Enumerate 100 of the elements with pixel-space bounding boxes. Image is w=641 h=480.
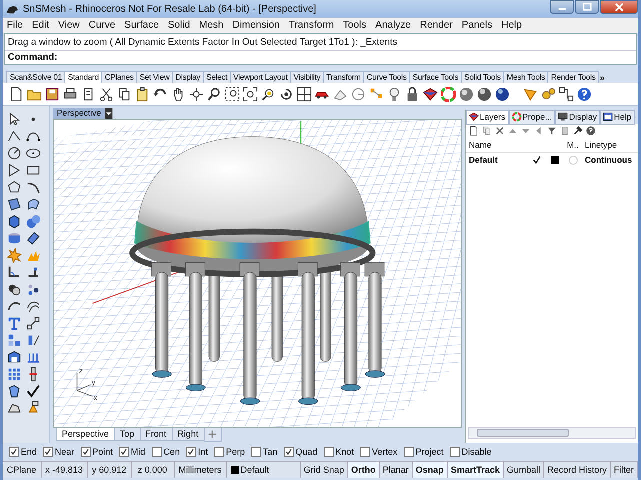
menu-item[interactable]: Help	[502, 20, 522, 31]
magnifier-icon[interactable]	[207, 86, 222, 102]
lock-icon[interactable]	[405, 86, 420, 102]
column-header[interactable]: Linetype	[583, 140, 638, 150]
toolbar-tab[interactable]: Mesh Tools	[502, 71, 548, 83]
osnap-checkbox[interactable]: Int	[186, 447, 208, 457]
light-bulb-icon[interactable]	[387, 86, 402, 102]
extend-icon[interactable]	[26, 265, 41, 280]
menu-item[interactable]: Analyze	[376, 20, 412, 31]
cplane-label[interactable]: CPlane	[3, 462, 42, 478]
toolbar-tab[interactable]: Curve Tools	[362, 71, 410, 83]
toolbar-tab[interactable]: Standard	[64, 71, 102, 83]
spheres-icon[interactable]	[26, 214, 41, 229]
toolbar-tab[interactable]: Render Tools	[547, 71, 599, 83]
toolbar-tab[interactable]: Select	[202, 71, 231, 83]
caret-icon[interactable]	[105, 108, 114, 119]
triangle-icon[interactable]	[7, 163, 22, 178]
solid-edit-icon[interactable]	[7, 350, 22, 365]
status-toggle[interactable]: Record History	[544, 462, 611, 478]
osnap-checkbox[interactable]: Mid	[119, 447, 146, 457]
osnap-checkbox[interactable]: Tan	[251, 447, 278, 457]
offset-curve-icon[interactable]	[26, 299, 41, 314]
check-icon[interactable]	[26, 384, 41, 399]
gears-icon[interactable]	[541, 86, 556, 102]
toolbar-tab[interactable]: Viewport Layout	[230, 71, 291, 83]
circle-icon[interactable]	[7, 146, 22, 161]
osnap-checkbox[interactable]: Quad	[284, 447, 318, 457]
boolean-icon[interactable]	[7, 282, 22, 297]
toolbar-tab[interactable]: Display	[172, 71, 204, 83]
clipboard-icon[interactable]	[135, 86, 150, 102]
column-header[interactable]: Name	[466, 140, 527, 150]
scissors-icon[interactable]	[99, 86, 114, 102]
box-icon[interactable]	[7, 214, 22, 229]
viewport-title-tab[interactable]: Perspective	[53, 108, 106, 119]
panel-tab[interactable]: Prope...	[508, 110, 556, 124]
move-arrows-icon[interactable]	[189, 86, 204, 102]
toolbar-tab[interactable]: Set View	[136, 71, 173, 83]
rotate-view-icon[interactable]	[279, 86, 294, 102]
column-header[interactable]: M..	[563, 140, 583, 150]
toolbar-tab[interactable]: CPlanes	[100, 71, 137, 83]
osnap-checkbox[interactable]: Disable	[450, 447, 492, 457]
dots-icon[interactable]	[26, 282, 41, 297]
osnap-checkbox[interactable]: Vertex	[360, 447, 398, 457]
new-file-icon[interactable]	[9, 86, 24, 102]
units-label[interactable]: Millimeters	[174, 462, 227, 478]
osnap-checkbox[interactable]: Project	[404, 447, 444, 457]
sphere-icon[interactable]	[459, 86, 474, 102]
help-icon[interactable]	[586, 126, 596, 136]
osnap-checkbox[interactable]: Cen	[152, 447, 180, 457]
glossy-sphere-icon[interactable]	[495, 86, 510, 102]
help-icon[interactable]	[577, 86, 592, 102]
menu-item[interactable]: View	[58, 20, 80, 31]
menu-item[interactable]: Tools	[343, 20, 367, 31]
menu-item[interactable]: Render	[420, 20, 453, 31]
panel-tab[interactable]: Help	[600, 110, 635, 124]
menu-item[interactable]: Panels	[462, 20, 492, 31]
toolbar-tab[interactable]: Transform	[322, 71, 364, 83]
curve-icon[interactable]	[26, 180, 41, 195]
minimize-button[interactable]	[550, 0, 574, 14]
viewport-tab[interactable]: Top	[114, 428, 141, 441]
status-toggle[interactable]: Osnap	[412, 462, 448, 478]
text-icon[interactable]	[7, 316, 22, 331]
menu-item[interactable]: Surface	[124, 20, 160, 31]
osnap-checkbox[interactable]: Knot	[324, 447, 354, 457]
save-icon[interactable]	[45, 86, 60, 102]
copy-icon[interactable]	[117, 86, 132, 102]
layer-icon[interactable]	[423, 86, 438, 102]
viewport-tab[interactable]: Right	[172, 428, 205, 441]
status-toggle[interactable]: SmartTrack	[448, 462, 504, 478]
mesh-icon[interactable]	[26, 231, 41, 246]
sphere-icon[interactable]	[477, 86, 492, 102]
ellipse-icon[interactable]	[26, 146, 41, 161]
polygon-icon[interactable]	[7, 180, 22, 195]
current-layer[interactable]: Default	[226, 462, 301, 478]
toolbar-tab[interactable]: Visibility	[290, 71, 324, 83]
cylinder-icon[interactable]	[7, 231, 22, 246]
menu-item[interactable]: File	[7, 20, 24, 31]
mirror-icon[interactable]	[26, 333, 41, 348]
surface-icon[interactable]	[7, 197, 22, 212]
fillet-icon[interactable]	[7, 265, 22, 280]
toolbar-tab[interactable]: Surface Tools	[408, 71, 462, 83]
scale-icon[interactable]	[26, 316, 41, 331]
points-icon[interactable]	[369, 86, 384, 102]
status-toggle[interactable]: Ortho	[348, 462, 380, 478]
polyline-icon[interactable]	[7, 129, 22, 144]
panel-tab[interactable]: Display	[555, 110, 600, 124]
new-layer-icon[interactable]	[469, 126, 479, 136]
down-arrow-icon[interactable]	[521, 126, 531, 136]
color-wheel-icon[interactable]	[441, 86, 456, 102]
delete-icon[interactable]	[495, 126, 505, 136]
osnap-checkbox[interactable]: Near	[43, 447, 75, 457]
zoom-window-icon[interactable]	[225, 86, 240, 102]
zoom-extents-icon[interactable]	[243, 86, 258, 102]
connector-icon[interactable]	[559, 86, 574, 102]
more-tabs-button[interactable]: »	[598, 73, 607, 83]
surface-patch-icon[interactable]	[26, 197, 41, 212]
menu-item[interactable]: Solid	[168, 20, 190, 31]
viewport-tab[interactable]: Perspective	[56, 428, 116, 441]
close-button[interactable]	[600, 0, 638, 14]
four-viewports-icon[interactable]	[297, 86, 312, 102]
